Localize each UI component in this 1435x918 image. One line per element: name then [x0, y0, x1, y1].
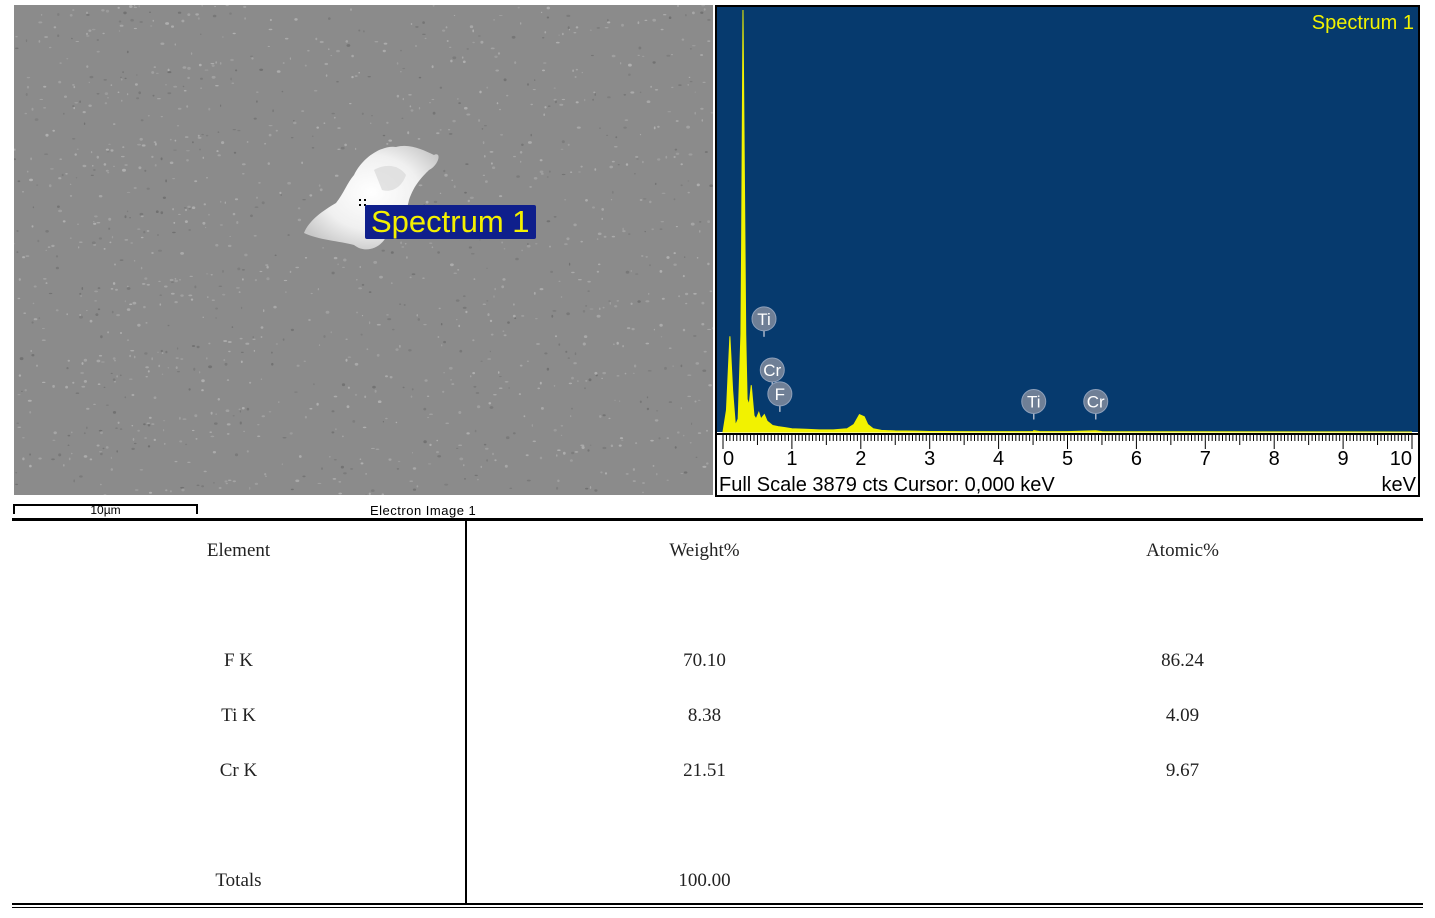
spectrum-footer: Full Scale 3879 cts Cursor: 0,000 keV	[719, 474, 1055, 495]
totals-weight: 100.00	[678, 870, 731, 891]
x-tick-label: 1	[786, 448, 797, 470]
row-atomic: 86.24	[1161, 650, 1204, 671]
spectrum-unit: keV	[1382, 474, 1417, 495]
row-element: Cr K	[219, 760, 258, 781]
electron-image: Spectrum 1	[14, 5, 713, 495]
x-tick-label: 8	[1269, 448, 1280, 470]
header-element: Element	[206, 540, 271, 561]
scale-bar: 10µm	[13, 503, 198, 517]
row-element: Ti K	[221, 705, 256, 726]
peak-label-text: F	[775, 385, 785, 404]
peak-label-text: Cr	[763, 361, 781, 380]
row-atomic: 4.09	[1165, 705, 1200, 726]
peak-label-text: Ti	[757, 310, 771, 329]
peak-label-text: Ti	[1027, 393, 1041, 412]
table-bottom-rule	[12, 903, 1423, 905]
x-tick-label: 5	[1062, 448, 1073, 470]
row-weight: 70.10	[683, 650, 726, 671]
row-weight: 21.51	[683, 760, 726, 781]
table-top-rule	[12, 518, 1423, 521]
header-weight: Weight%	[669, 540, 740, 561]
table-bottom-rule-thin	[12, 907, 1423, 908]
x-tick-label: 4	[993, 448, 1004, 470]
plot-area	[717, 7, 1418, 432]
sem-micrograph	[14, 5, 713, 495]
x-tick-label: 2	[855, 448, 866, 470]
eds-spectrum: Ti Cr F Ti Cr Spectrum 1 0 1 2 3 4 5 6 7 8 9 10 Full S…	[715, 5, 1420, 497]
spectrum-chart: Ti Cr F Ti Cr Spectrum 1 0 1 2 3 4 5 6 7 8 9 10 Full S…	[717, 7, 1418, 495]
composition-table: Element Weight% Atomic% F K 70.10 86.24 …	[12, 518, 1423, 908]
row-element: F K	[223, 650, 254, 671]
row-weight: 8.38	[687, 705, 722, 726]
spectrum-title: Spectrum 1	[1312, 12, 1414, 34]
spectrum-label: Spectrum 1	[365, 205, 536, 239]
scale-bar-label: 10µm	[90, 503, 121, 517]
x-tick-label: 7	[1200, 448, 1211, 470]
x-tick-label: 3	[924, 448, 935, 470]
x-tick-label: 6	[1131, 448, 1142, 470]
image-caption: Electron Image 1	[370, 503, 477, 518]
totals-label: Totals	[215, 870, 262, 891]
row-atomic: 9.67	[1165, 760, 1200, 781]
x-tick-label: 9	[1338, 448, 1349, 470]
header-atomic: Atomic%	[1146, 540, 1219, 561]
x-tick-label: 10	[1390, 448, 1412, 470]
x-tick-label: 0	[723, 448, 734, 470]
peak-label-text: Cr	[1087, 393, 1105, 412]
